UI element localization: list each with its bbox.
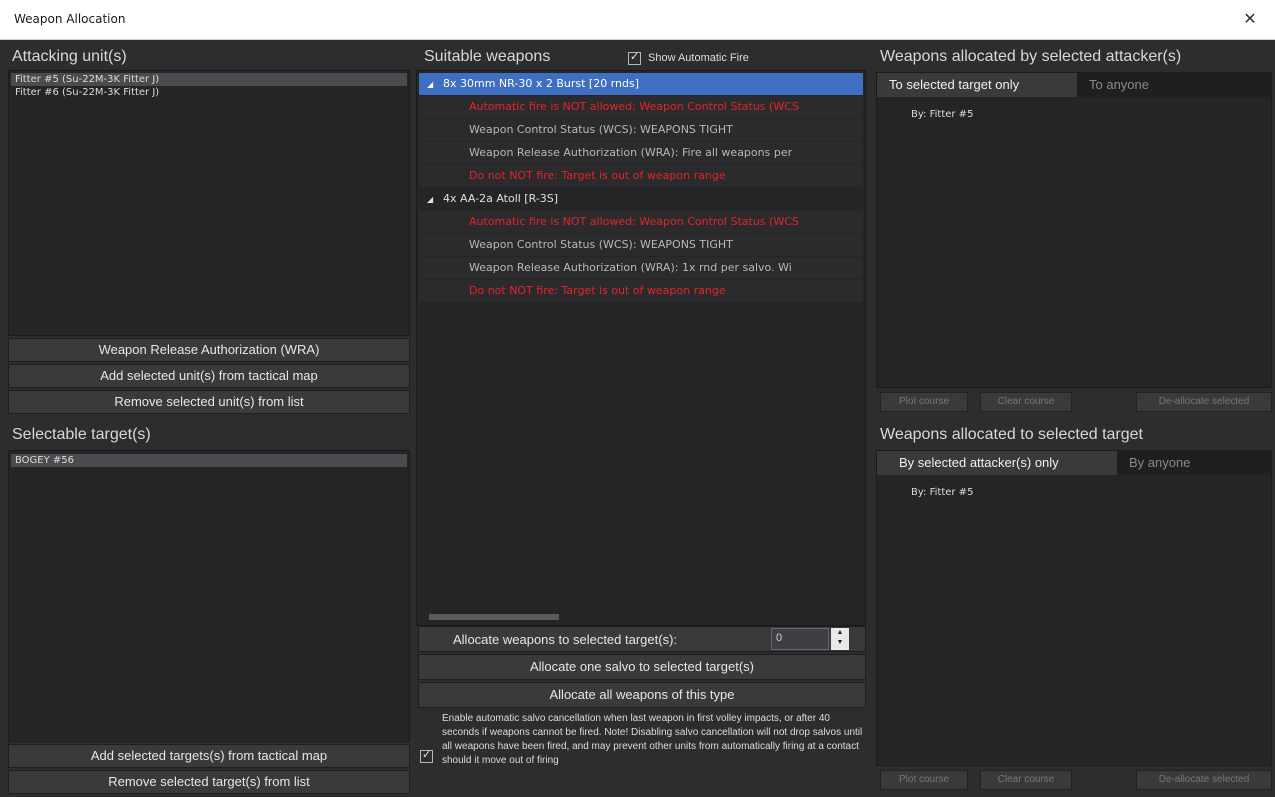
allocate-quantity-value: 0 bbox=[776, 632, 783, 644]
allocate-one-salvo-button[interactable]: Allocate one salvo to selected target(s) bbox=[418, 654, 866, 680]
allocated-by-attacker-tabs: To selected target only To anyone bbox=[877, 73, 1271, 97]
allocated-to-target-tabs: By selected attacker(s) only By anyone bbox=[877, 451, 1271, 475]
horizontal-scrollbar[interactable] bbox=[419, 613, 863, 621]
tab-by-anyone[interactable]: By anyone bbox=[1117, 451, 1217, 475]
weapon-group-row[interactable]: ◢ 8x 30mm NR-30 x 2 Burst [20 rnds] bbox=[419, 73, 863, 95]
add-units-button[interactable]: Add selected unit(s) from tactical map bbox=[8, 364, 410, 388]
weapon-status-row[interactable]: Automatic fire is NOT allowed: Weapon Co… bbox=[419, 96, 863, 118]
weapon-group-label: 8x 30mm NR-30 x 2 Burst [20 rnds] bbox=[443, 77, 639, 90]
salvo-cancel-checkbox[interactable] bbox=[420, 748, 433, 763]
weapon-status-row[interactable]: Weapon Control Status (WCS): WEAPONS TIG… bbox=[419, 119, 863, 141]
expand-icon[interactable]: ◢ bbox=[427, 74, 437, 95]
show-auto-fire-checkbox[interactable] bbox=[628, 50, 641, 65]
weapon-status-row[interactable]: Weapon Release Authorization (WRA): 1x r… bbox=[419, 257, 863, 279]
show-auto-fire-label: Show Automatic Fire bbox=[648, 52, 749, 64]
weapon-status-row[interactable]: Weapon Control Status (WCS): WEAPONS TIG… bbox=[419, 234, 863, 256]
tab-to-selected-target[interactable]: To selected target only bbox=[877, 73, 1077, 97]
clear-course-button[interactable]: Clear course bbox=[980, 770, 1072, 790]
salvo-cancel-text: Enable automatic salvo cancellation when… bbox=[442, 713, 863, 766]
plot-course-button[interactable]: Plot course bbox=[880, 392, 968, 412]
clear-course-button[interactable]: Clear course bbox=[980, 392, 1072, 412]
tab-by-selected-attacker[interactable]: By selected attacker(s) only bbox=[877, 451, 1117, 475]
deallocate-button[interactable]: De-allocate selected bbox=[1136, 770, 1272, 790]
allocated-to-target-header: Weapons allocated to selected target bbox=[880, 426, 1143, 443]
allocated-by-attacker-header: Weapons allocated by selected attacker(s… bbox=[880, 48, 1182, 65]
allocated-by-attacker-panel: To selected target only To anyone By: Fi… bbox=[876, 72, 1272, 388]
allocation-entry[interactable]: By: Fitter #5 bbox=[911, 487, 973, 498]
list-item[interactable]: BOGEY #56 bbox=[11, 454, 407, 467]
window-title: Weapon Allocation bbox=[14, 12, 126, 26]
title-bar: Weapon Allocation ✕ bbox=[0, 0, 1275, 40]
weapon-status-row[interactable]: Weapon Release Authorization (WRA): Fire… bbox=[419, 142, 863, 164]
allocate-all-button[interactable]: Allocate all weapons of this type bbox=[418, 682, 866, 708]
remove-units-button[interactable]: Remove selected unit(s) from list bbox=[8, 390, 410, 414]
weapon-allocation-window: Attacking unit(s) Fitter #5 (Su-22M-3K F… bbox=[0, 40, 1275, 797]
wra-button[interactable]: Weapon Release Authorization (WRA) bbox=[8, 338, 410, 362]
scrollbar-thumb[interactable] bbox=[429, 614, 559, 620]
quantity-stepper[interactable]: ▲ ▼ bbox=[831, 628, 849, 650]
list-item[interactable]: Fitter #5 (Su-22M-3K Fitter J) bbox=[11, 73, 407, 86]
selectable-targets-header: Selectable target(s) bbox=[12, 426, 151, 443]
allocated-to-target-panel: By selected attacker(s) only By anyone B… bbox=[876, 450, 1272, 766]
list-item[interactable]: Fitter #6 (Su-22M-3K Fitter J) bbox=[11, 86, 407, 99]
close-icon[interactable]: ✕ bbox=[1239, 8, 1261, 30]
remove-targets-button[interactable]: Remove selected target(s) from list bbox=[8, 770, 410, 794]
attacking-units-header: Attacking unit(s) bbox=[12, 48, 127, 65]
weapon-status-row[interactable]: Do not NOT fire: Target is out of weapon… bbox=[419, 165, 863, 187]
deallocate-button[interactable]: De-allocate selected bbox=[1136, 392, 1272, 412]
add-targets-button[interactable]: Add selected targets(s) from tactical ma… bbox=[8, 744, 410, 768]
weapons-tree[interactable]: ◢ 8x 30mm NR-30 x 2 Burst [20 rnds] Autom… bbox=[416, 70, 866, 626]
weapon-group-label: 4x AA-2a Atoll [R-3S] bbox=[443, 192, 559, 205]
allocate-quantity-input[interactable]: 0 bbox=[771, 628, 829, 650]
suitable-weapons-header: Suitable weapons bbox=[424, 48, 551, 65]
expand-icon[interactable]: ◢ bbox=[427, 189, 437, 210]
allocate-to-selected-row: Allocate weapons to selected target(s): … bbox=[418, 626, 866, 652]
allocate-to-selected-label: Allocate weapons to selected target(s): bbox=[453, 632, 678, 647]
selectable-targets-list[interactable]: BOGEY #56 bbox=[8, 450, 410, 742]
tab-to-anyone[interactable]: To anyone bbox=[1077, 73, 1177, 97]
weapon-group-row[interactable]: ◢ 4x AA-2a Atoll [R-3S] bbox=[419, 188, 863, 210]
attacking-units-list[interactable]: Fitter #5 (Su-22M-3K Fitter J) Fitter #6… bbox=[8, 70, 410, 336]
plot-course-button[interactable]: Plot course bbox=[880, 770, 968, 790]
weapon-status-row[interactable]: Automatic fire is NOT allowed: Weapon Co… bbox=[419, 211, 863, 233]
weapon-status-row[interactable]: Do not NOT fire: Target is out of weapon… bbox=[419, 280, 863, 302]
allocation-entry[interactable]: By: Fitter #5 bbox=[911, 109, 973, 120]
